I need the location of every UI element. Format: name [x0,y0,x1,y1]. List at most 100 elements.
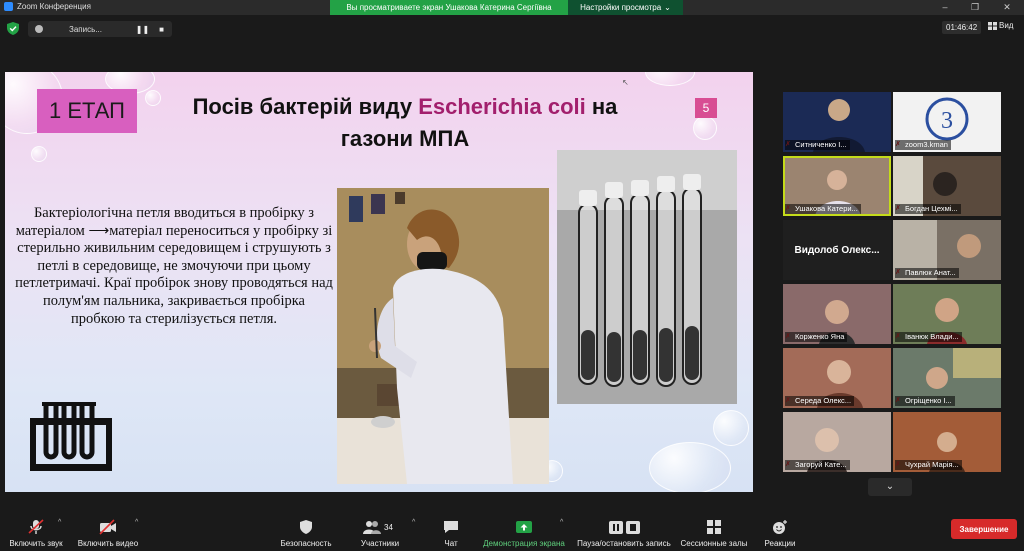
pause-stop-recording-label: Пауза/остановить запись [577,539,671,548]
participant-tile[interactable]: ✗ Корженко Яна [783,284,891,344]
app-title-text: Zoom Конференция [17,2,91,11]
share-options-caret[interactable]: ^ [560,519,563,526]
stage-label: 1 ЕТАП [37,89,137,133]
security-label: Безопасность [280,539,332,548]
bubble-decoration [693,116,717,140]
participant-tile[interactable]: ✗ Огріщенко І... [893,348,1001,408]
slide-title-species: Escherichia coli [418,94,586,119]
chat-button[interactable]: Чат [436,509,466,551]
stop-icon [625,520,640,534]
pause-stop-recording-button[interactable]: Пауза/остановить запись [576,509,672,551]
participant-name: Середа Олекс... [785,396,855,406]
participant-name: Чухрай Марія... [895,460,962,470]
recording-indicator: Запись... ❚❚ ■ [28,21,172,37]
participant-name: zoom3.kman [895,140,951,150]
breakout-rooms-icon [707,520,721,534]
bubble-decoration [31,146,47,162]
participant-tile[interactable]: Видолоб Олекс... [783,220,891,280]
slide-body-text: Бактеріологічна петля вводиться в пробір… [15,205,333,327]
unmute-label: Включить звук [9,539,63,548]
participant-tile[interactable]: ✗ Чухрай Марія... [893,412,1001,472]
share-screen-button[interactable]: Демонстрация экрана [478,509,570,551]
slide-title-part1: Посів бактерій виду [192,94,419,119]
reactions-smiley-icon [773,520,787,534]
close-button[interactable]: ✕ [992,0,1022,15]
grid-view-icon [988,21,997,30]
zoom-logo-icon [4,2,13,11]
shield-icon[interactable] [7,22,19,35]
participant-name: Корженко Яна [785,332,848,342]
audio-options-caret[interactable]: ^ [58,519,61,526]
reactions-label: Реакции [764,539,796,548]
participant-tile[interactable]: 3 ✗ zoom3.kman [893,92,1001,152]
participant-name: Павлюк Анат... [895,268,959,278]
participant-name: Загоруй Кате... [785,460,850,470]
share-screen-label: Демонстрация экрана [483,539,565,548]
participants-label: Участники [360,539,400,548]
meeting-toolbar: Включить звук ^ Включить видео ^ Безопас… [0,509,1024,548]
bubble-decoration [713,410,749,446]
participant-tile[interactable]: ✗ Іванюк Влади... [893,284,1001,344]
share-banner: Вы просматриваете экран Ушакова Катерина… [330,0,568,15]
start-video-button[interactable]: Включить видео [76,509,140,551]
mouse-cursor-icon: ↖ [622,78,629,87]
start-video-label: Включить видео [77,539,139,548]
participant-tile-active-speaker[interactable]: ✗ Ушакова Катери... [783,156,891,216]
record-dot-icon [35,25,43,33]
video-off-icon [99,519,116,535]
chevron-down-icon: ⌄ [664,3,671,12]
reactions-button[interactable]: Реакции [762,509,798,551]
lab-photo [337,188,549,484]
participant-tile[interactable]: ✗ Павлюк Анат... [893,220,1001,280]
breakout-rooms-button[interactable]: Сессионные залы [680,509,748,551]
participants-button[interactable]: 34 Участники [356,509,404,551]
gallery-next-page-button[interactable]: ⌄ [868,478,912,496]
participant-tile[interactable]: ✗ Богдан Цехмі... [893,156,1001,216]
lab-photo-illustration [337,188,549,484]
participant-tile[interactable]: ✗ Ситниченко І... [783,92,891,152]
view-button[interactable]: Вид [988,21,1013,30]
minimize-button[interactable]: – [930,0,960,15]
chat-icon [444,521,458,533]
participants-count: 34 [384,522,393,532]
view-label: Вид [999,21,1014,30]
mic-muted-icon [28,519,44,534]
view-options-button[interactable]: Настройки просмотра ⌄ [568,0,683,15]
participant-name: Богдан Цехмі... [895,204,961,214]
shared-screen-slide: 1 ЕТАП Посів бактерій виду Escherichia c… [5,72,753,492]
participant-name: Ушакова Катери... [785,204,861,214]
maximize-button[interactable]: ❐ [960,0,990,15]
video-options-caret[interactable]: ^ [135,519,138,526]
test-tubes-illustration [557,150,737,404]
test-tubes-photo [557,150,737,404]
bubble-decoration [645,72,695,86]
participant-gallery: ✗ Ситниченко І... 3 ✗ zoom3.kman ✗ Ушако… [780,92,1002,476]
app-title: Zoom Конференция [4,2,91,11]
test-tube-rack-icon [30,402,112,471]
participant-name: Огріщенко І... [895,396,955,406]
view-options-label: Настройки просмотра [580,3,662,12]
stop-recording-button[interactable]: ■ [159,25,164,34]
bubble-decoration [649,442,731,492]
meeting-topbar: Запись... ❚❚ ■ [0,15,1024,42]
recording-controls-icons [607,519,641,535]
shield-icon [300,520,312,534]
meeting-timer: 01:46:42 [942,21,982,34]
slide-title: Посів бактерій виду Escherichia coli на … [155,91,655,155]
unmute-button[interactable]: Включить звук [6,509,66,551]
end-meeting-button[interactable]: Завершение [951,519,1017,539]
pause-recording-button[interactable]: ❚❚ [136,25,149,34]
security-button[interactable]: Безопасность [278,509,334,551]
participant-name: Іванюк Влади... [895,332,962,342]
participants-icon [363,521,381,534]
share-screen-icon [516,521,532,533]
participant-tile[interactable]: ✗ Загоруй Кате... [783,412,891,472]
participants-icon-wrap: 34 [363,519,397,535]
participants-options-caret[interactable]: ^ [412,519,415,526]
chat-label: Чат [444,539,458,548]
participant-name: Ситниченко І... [785,140,850,150]
pause-icon [608,520,623,534]
participant-tile[interactable]: ✗ Середа Олекс... [783,348,891,408]
slide-page-number: 5 [695,98,717,118]
participant-name-placeholder: Видолоб Олекс... [794,244,880,256]
